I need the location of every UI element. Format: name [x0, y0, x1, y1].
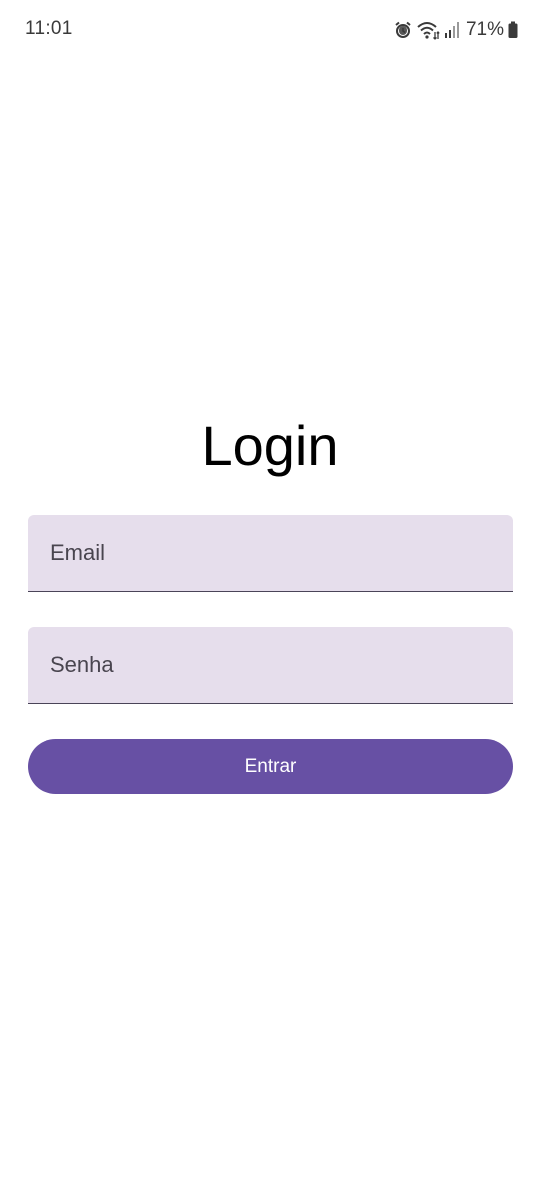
battery-percent: 71%	[465, 19, 504, 40]
status-bar: 11:01 71%	[0, 0, 540, 60]
signal-icon	[444, 21, 460, 39]
battery-icon	[508, 21, 518, 39]
status-icons: 71%	[394, 18, 518, 42]
email-field-container	[28, 515, 513, 592]
login-screen: 11:01 71% Login Email Entrar	[0, 0, 540, 1200]
password-field[interactable]	[28, 627, 513, 703]
login-button[interactable]: Entrar	[28, 739, 513, 794]
password-field-container	[28, 627, 513, 704]
alarm-icon	[394, 21, 412, 39]
page-title: Login	[201, 414, 339, 477]
status-time: 11:01	[25, 18, 73, 39]
email-field[interactable]	[28, 515, 513, 591]
wifi-icon	[416, 20, 440, 40]
